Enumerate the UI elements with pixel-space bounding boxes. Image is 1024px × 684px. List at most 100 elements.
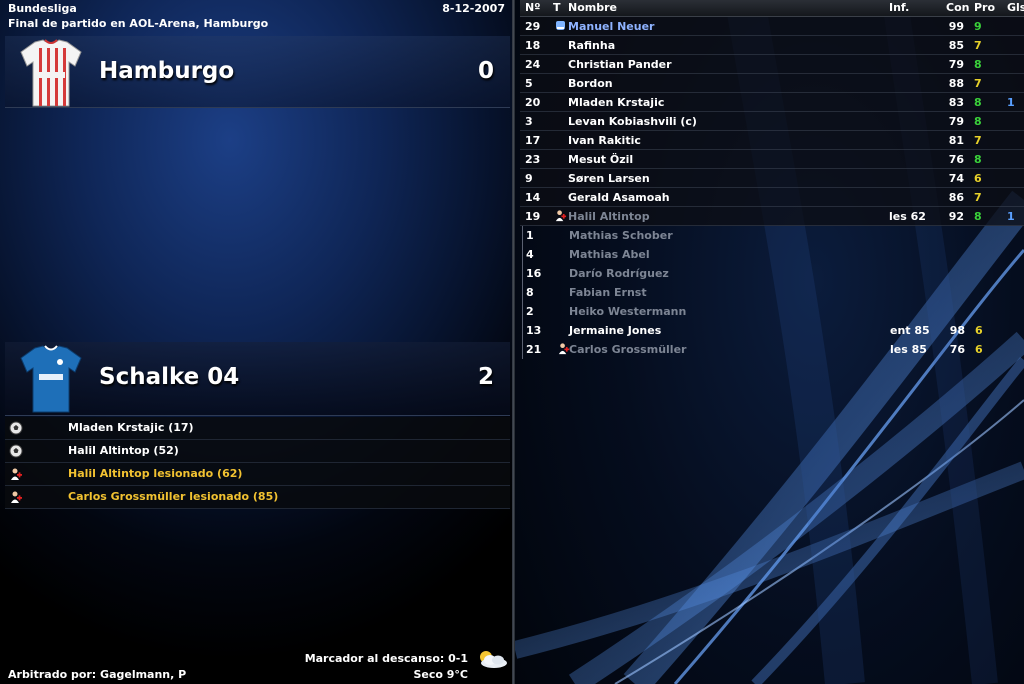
player-number: 20 <box>525 96 541 109</box>
player-name[interactable]: Søren Larsen <box>568 169 650 188</box>
player-row[interactable]: 24 Christian Pander 79 8 <box>520 55 1024 74</box>
event-item[interactable]: Mladen Krstajic (17) <box>5 417 510 440</box>
player-rating: 8 <box>974 115 982 128</box>
player-name[interactable]: Manuel Neuer <box>568 17 654 36</box>
player-row[interactable]: 1 Mathias Schober <box>522 226 1024 245</box>
player-number: 17 <box>525 134 541 147</box>
player-number: 21 <box>526 343 542 356</box>
player-name[interactable]: Darío Rodríguez <box>569 264 669 283</box>
player-rating: 8 <box>974 96 982 109</box>
player-condition: 86 <box>948 191 964 204</box>
col-header-inf[interactable]: Inf. <box>889 0 909 16</box>
player-row[interactable]: 21 Carlos Grossmüller les 85 76 6 <box>522 340 1024 359</box>
player-name[interactable]: Mathias Schober <box>569 226 673 245</box>
player-condition: 76 <box>949 343 965 356</box>
player-row[interactable]: 8 Fabian Ernst <box>522 283 1024 302</box>
match-events-list: Mladen Krstajic (17) Halil Altintop (52)… <box>5 417 510 509</box>
weather-text: Seco 9°C <box>413 668 468 681</box>
player-row[interactable]: 3 Levan Kobiashvili (c) 79 8 <box>520 112 1024 131</box>
injury-icon <box>555 210 567 222</box>
player-condition: 79 <box>948 115 964 128</box>
player-condition: 98 <box>949 324 965 337</box>
player-name[interactable]: Mathias Abel <box>569 245 650 264</box>
player-number: 13 <box>526 324 542 337</box>
player-name[interactable]: Christian Pander <box>568 55 672 74</box>
col-header-t[interactable]: T <box>553 0 561 16</box>
player-name[interactable]: Carlos Grossmüller <box>569 340 686 359</box>
match-subtitle: Final de partido en AOL-Arena, Hamburgo <box>8 17 269 30</box>
player-rating: 8 <box>974 153 982 166</box>
event-item[interactable]: Halil Altintop lesionado (62) <box>5 463 510 486</box>
player-condition: 76 <box>948 153 964 166</box>
table-header: Nº T Nombre Inf. Con Pro Gls <box>520 0 1024 17</box>
player-number: 1 <box>526 229 534 242</box>
player-row[interactable]: 14 Gerald Asamoah 86 7 <box>520 188 1024 207</box>
player-number: 3 <box>525 115 533 128</box>
player-number: 5 <box>525 77 533 90</box>
player-name[interactable]: Rafinha <box>568 36 615 55</box>
player-number: 24 <box>525 58 541 71</box>
player-goals: 1 <box>1007 210 1015 223</box>
player-condition: 85 <box>948 39 964 52</box>
player-row[interactable]: 4 Mathias Abel <box>522 245 1024 264</box>
player-name[interactable]: Jermaine Jones <box>569 321 661 340</box>
player-number: 23 <box>525 153 541 166</box>
player-name[interactable]: Bordon <box>568 74 613 93</box>
player-rating: 7 <box>974 39 982 52</box>
away-team-row[interactable]: Schalke 04 2 <box>5 342 510 416</box>
player-info: ent 85 <box>890 324 930 337</box>
player-condition: 88 <box>948 77 964 90</box>
player-row[interactable]: 19 Halil Altintop les 62 92 8 1 <box>520 207 1024 226</box>
col-header-num[interactable]: Nº <box>525 0 540 16</box>
player-row[interactable]: 23 Mesut Özil 76 8 <box>520 150 1024 169</box>
player-number: 29 <box>525 20 541 33</box>
player-number: 9 <box>525 172 533 185</box>
player-rating: 6 <box>974 172 982 185</box>
player-rating: 9 <box>974 20 982 33</box>
panel-divider[interactable] <box>512 0 515 684</box>
player-number: 4 <box>526 248 534 261</box>
lineup-table: Nº T Nombre Inf. Con Pro Gls 29 Manuel Ne… <box>520 0 1024 359</box>
home-team-score: 0 <box>477 58 494 84</box>
player-name[interactable]: Mladen Krstajic <box>568 93 664 112</box>
player-name[interactable]: Fabian Ernst <box>569 283 647 302</box>
player-name[interactable]: Ivan Rakitic <box>568 131 641 150</box>
player-name[interactable]: Halil Altintop <box>568 207 650 226</box>
event-item[interactable]: Carlos Grossmüller lesionado (85) <box>5 486 510 509</box>
home-team-row[interactable]: Hamburgo 0 <box>5 36 510 108</box>
player-row[interactable]: 17 Ivan Rakitic 81 7 <box>520 131 1024 150</box>
event-item[interactable]: Halil Altintop (52) <box>5 440 510 463</box>
player-condition: 92 <box>948 210 964 223</box>
player-row[interactable]: 13 Jermaine Jones ent 85 98 6 <box>522 321 1024 340</box>
player-row[interactable]: 5 Bordon 88 7 <box>520 74 1024 93</box>
event-text: Carlos Grossmüller lesionado (85) <box>68 490 279 503</box>
away-jersey-icon <box>20 345 82 413</box>
away-team-name: Schalke 04 <box>99 364 240 390</box>
ball-icon <box>9 421 23 435</box>
player-rating: 8 <box>974 210 982 223</box>
player-row[interactable]: 9 Søren Larsen 74 6 <box>520 169 1024 188</box>
league-name: Bundesliga <box>8 2 77 15</box>
player-condition: 79 <box>948 58 964 71</box>
player-row[interactable]: 18 Rafinha 85 7 <box>520 36 1024 55</box>
player-rating: 8 <box>974 58 982 71</box>
starters-list: 29 Manuel Neuer 99 9 18 Rafinha 85 7 24 Christian… <box>520 17 1024 226</box>
player-number: 19 <box>525 210 541 223</box>
ball-icon <box>9 444 23 458</box>
player-row[interactable]: 16 Darío Rodríguez <box>522 264 1024 283</box>
player-name[interactable]: Mesut Özil <box>568 150 633 169</box>
col-header-name[interactable]: Nombre <box>568 0 617 16</box>
player-row[interactable]: 29 Manuel Neuer 99 9 <box>520 17 1024 36</box>
halftime-score: Marcador al descanso: 0-1 <box>304 652 468 665</box>
col-header-con[interactable]: Con <box>946 0 969 16</box>
player-number: 18 <box>525 39 541 52</box>
glove-icon <box>556 21 565 30</box>
player-name[interactable]: Gerald Asamoah <box>568 188 670 207</box>
col-header-gls[interactable]: Gls <box>1007 0 1024 16</box>
col-header-pro[interactable]: Pro <box>974 0 995 16</box>
player-name[interactable]: Levan Kobiashvili (c) <box>568 112 697 131</box>
player-row[interactable]: 2 Heiko Westermann <box>522 302 1024 321</box>
player-row[interactable]: 20 Mladen Krstajic 83 8 1 <box>520 93 1024 112</box>
player-name[interactable]: Heiko Westermann <box>569 302 686 321</box>
player-number: 14 <box>525 191 541 204</box>
